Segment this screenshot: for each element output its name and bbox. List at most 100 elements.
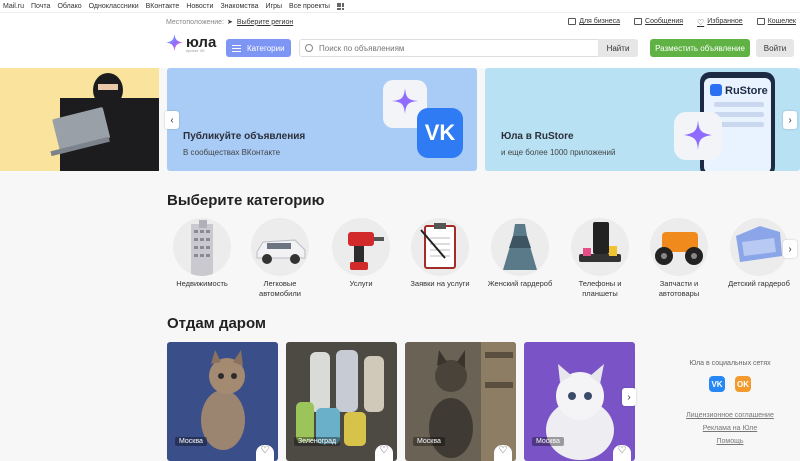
portal-link-games[interactable]: Игры bbox=[266, 3, 283, 10]
phone-icon bbox=[571, 218, 629, 276]
free-item-card[interactable]: Москва ♡ bbox=[167, 342, 278, 461]
category-label: Недвижимость bbox=[176, 279, 228, 288]
rustore-promo-banner[interactable]: RuStore Юла в RuStore и еще более 1000 п… bbox=[485, 68, 800, 171]
yula-logo[interactable]: юла проект VK bbox=[166, 33, 217, 53]
categories-button[interactable]: Категории bbox=[226, 39, 291, 57]
social-sidebar: Юла в социальных сетях VK OK Лицензионно… bbox=[660, 360, 800, 445]
rustore-phone-illustration bbox=[674, 72, 775, 171]
location-arrow-icon: ➤ bbox=[227, 19, 233, 26]
free-item-card[interactable]: Москва ♡ bbox=[524, 342, 635, 461]
vk-banner-title: Публикуйте объявления bbox=[183, 131, 306, 142]
free-items-next-arrow[interactable]: › bbox=[622, 388, 636, 406]
category-label: Заявки на услуги bbox=[410, 279, 470, 288]
messages-link-label: Сообщения bbox=[645, 18, 684, 25]
category-item-cars[interactable]: Легковые автомобили bbox=[245, 218, 315, 299]
briefcase-icon bbox=[568, 18, 577, 25]
categories-next-arrow[interactable]: › bbox=[783, 240, 797, 258]
vk-logo-illustration: VK bbox=[383, 80, 463, 158]
vk-promo-banner[interactable]: VK Публикуйте объявления В сообществах В… bbox=[167, 68, 477, 171]
kids-clothes-icon bbox=[730, 218, 788, 276]
car-icon bbox=[251, 218, 309, 276]
business-link-label: Для бизнеса bbox=[579, 18, 621, 25]
building-icon bbox=[173, 218, 231, 276]
drill-icon bbox=[332, 218, 390, 276]
category-item-service-requests[interactable]: Заявки на услуги bbox=[405, 218, 475, 289]
wallet-link[interactable]: Кошелек bbox=[756, 18, 796, 25]
search-input[interactable] bbox=[319, 43, 589, 53]
rustore-banner-subtitle: и еще более 1000 приложений bbox=[501, 148, 616, 157]
find-button[interactable]: Найти bbox=[598, 39, 638, 57]
categories-title: Выберите категорию bbox=[167, 192, 325, 209]
location-label: Местоположение: bbox=[166, 18, 225, 26]
category-label: Женский гардероб bbox=[487, 279, 553, 288]
login-button[interactable]: Войти bbox=[756, 39, 794, 57]
dress-icon bbox=[491, 218, 549, 276]
portal-link-all-projects[interactable]: Все проекты bbox=[289, 3, 330, 10]
banner-prev-arrow[interactable]: ‹ bbox=[165, 111, 179, 129]
free-item-card[interactable]: Зеленоград ♡ bbox=[286, 342, 397, 461]
card-city: Зеленоград bbox=[294, 437, 341, 446]
social-icons: VK OK bbox=[660, 376, 800, 392]
user-links: Для бизнеса Сообщения ♡ Избранное Кошелек bbox=[554, 18, 796, 27]
business-link[interactable]: Для бизнеса bbox=[568, 18, 620, 25]
wallet-icon bbox=[756, 18, 765, 25]
license-agreement-link[interactable]: Лицензионное соглашение bbox=[660, 412, 800, 419]
logo-subtitle: проект VK bbox=[186, 48, 205, 53]
portal-link-ok[interactable]: Одноклассники bbox=[89, 3, 139, 10]
banner-next-arrow[interactable]: › bbox=[783, 111, 797, 129]
hacker-illustration bbox=[50, 73, 159, 171]
portal-link-vk[interactable]: ВКонтакте bbox=[146, 3, 180, 10]
help-link[interactable]: Помощь bbox=[660, 438, 800, 445]
category-label: Услуги bbox=[349, 279, 373, 288]
favorite-heart-icon[interactable]: ♡ bbox=[494, 445, 512, 461]
location-selector: Местоположение: ➤ Выберите регион bbox=[166, 18, 293, 27]
odnoklassniki-icon[interactable]: OK bbox=[735, 376, 751, 392]
portal-link-dating[interactable]: Знакомства bbox=[220, 3, 258, 10]
category-item-services[interactable]: Услуги bbox=[326, 218, 396, 289]
card-city: Москва bbox=[532, 437, 564, 446]
vk-banner-subtitle: В сообществах ВКонтакте bbox=[183, 148, 281, 157]
site-header: Местоположение: ➤ Выберите регион Для би… bbox=[0, 13, 800, 68]
svg-text:VK: VK bbox=[425, 120, 456, 145]
favorites-link[interactable]: ♡ Избранное bbox=[697, 18, 743, 27]
vk-icon[interactable]: VK bbox=[709, 376, 725, 392]
category-label: Телефоны и планшеты bbox=[578, 279, 622, 298]
advertising-link[interactable]: Реклама на Юле bbox=[660, 425, 800, 432]
logo-text: юла bbox=[186, 33, 217, 51]
rustore-banner-title: Юла в RuStore bbox=[501, 131, 574, 142]
promo-banner-partial[interactable] bbox=[0, 68, 159, 171]
post-ad-button[interactable]: Разместить объявление bbox=[650, 39, 750, 57]
category-item-auto-parts[interactable]: Запчасти и автотовары bbox=[644, 218, 714, 299]
favorites-link-label: Избранное bbox=[707, 18, 743, 25]
card-city: Москва bbox=[413, 437, 445, 446]
card-city: Москва bbox=[175, 437, 207, 446]
favorite-heart-icon[interactable]: ♡ bbox=[256, 445, 274, 461]
categories-button-label: Категории bbox=[247, 43, 285, 53]
portal-link-news[interactable]: Новости bbox=[186, 3, 213, 10]
menu-icon bbox=[232, 44, 241, 52]
message-icon bbox=[634, 18, 643, 25]
category-item-real-estate[interactable]: Недвижимость bbox=[167, 218, 237, 289]
category-label: Детский гардероб bbox=[728, 279, 790, 288]
favorite-heart-icon[interactable]: ♡ bbox=[375, 445, 393, 461]
clipboard-icon bbox=[411, 218, 469, 276]
free-item-card[interactable]: Москва ♡ bbox=[405, 342, 516, 461]
top-portal-bar: Mail.ru Почта Облако Одноклассники ВКонт… bbox=[0, 0, 800, 13]
favorite-heart-icon[interactable]: ♡ bbox=[613, 445, 631, 461]
search-icon bbox=[305, 44, 313, 52]
portal-link-mail[interactable]: Почта bbox=[31, 3, 50, 10]
apps-grid-icon[interactable] bbox=[336, 2, 344, 10]
category-label: Легковые автомобили bbox=[259, 279, 301, 298]
region-link[interactable]: Выберите регион bbox=[237, 19, 293, 26]
portal-link-mailru[interactable]: Mail.ru bbox=[3, 3, 24, 10]
wallet-link-label: Кошелек bbox=[767, 18, 796, 25]
heart-icon: ♡ bbox=[697, 18, 705, 27]
messages-link[interactable]: Сообщения bbox=[634, 18, 683, 25]
social-title: Юла в социальных сетях bbox=[689, 360, 771, 367]
portal-link-cloud[interactable]: Облако bbox=[57, 3, 81, 10]
search-box bbox=[299, 39, 599, 57]
category-item-womens-clothing[interactable]: Женский гардероб bbox=[485, 218, 555, 289]
logo-star-icon bbox=[166, 34, 183, 51]
category-list: Недвижимость Легковые автомобили Услуги … bbox=[167, 218, 800, 298]
category-item-phones[interactable]: Телефоны и планшеты bbox=[565, 218, 635, 299]
